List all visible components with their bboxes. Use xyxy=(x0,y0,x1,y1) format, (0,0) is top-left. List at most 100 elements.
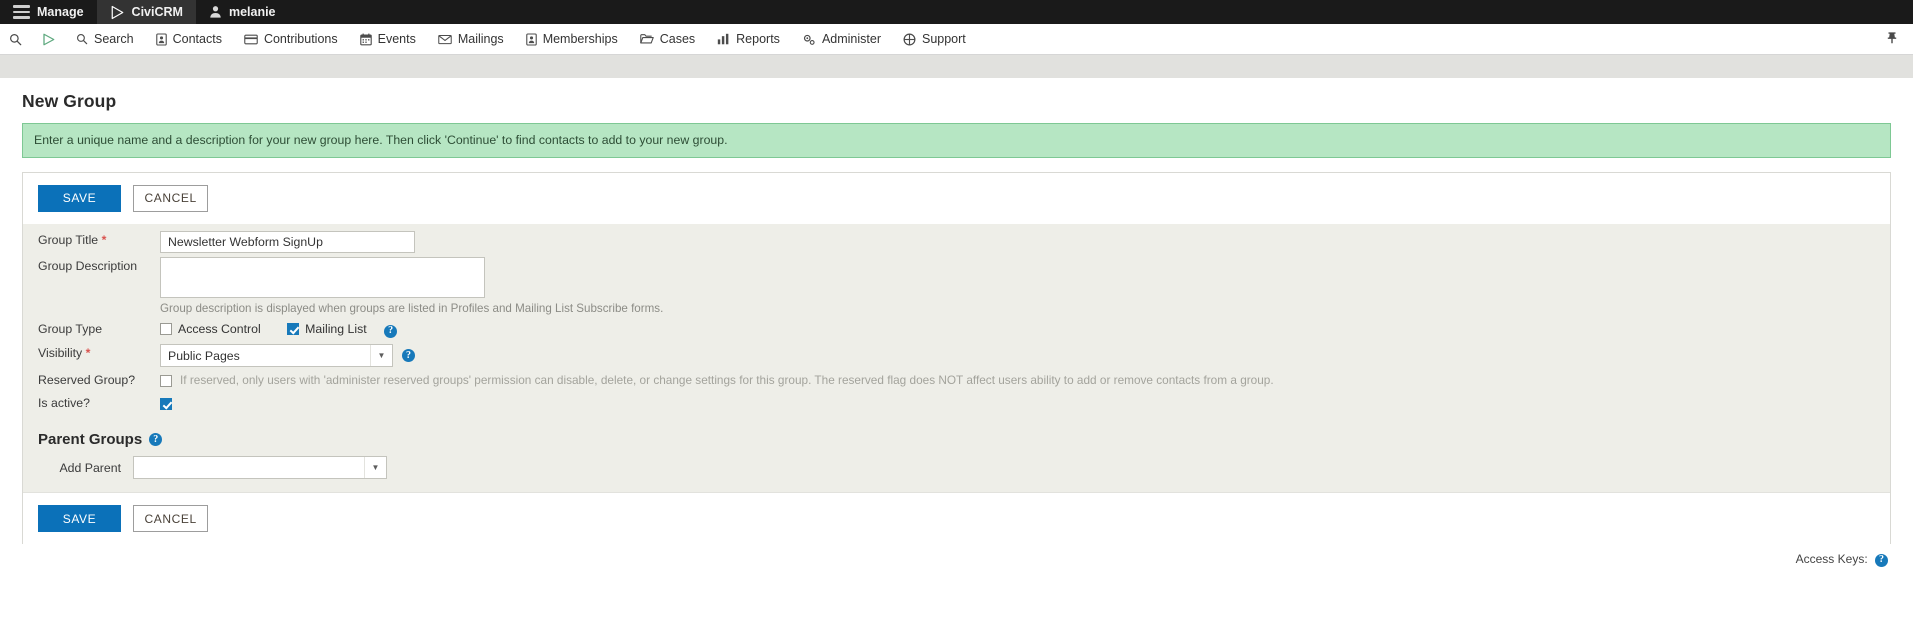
group-type-label: Group Type xyxy=(38,321,103,336)
visibility-label-text: Visibility xyxy=(38,346,83,361)
form-fields: Group Title * Group Description Group de… xyxy=(23,223,1890,423)
nav-item-cases-label: Cases xyxy=(659,32,696,46)
calendar-icon xyxy=(359,33,372,46)
bar-chart-icon xyxy=(717,33,730,45)
visibility-help-icon[interactable]: ? xyxy=(402,349,415,363)
visibility-selected-value: Public Pages xyxy=(168,348,240,363)
group-type-access-control[interactable]: Access Control xyxy=(160,320,261,339)
page-content: New Group Enter a unique name and a desc… xyxy=(0,78,1913,567)
parent-groups-help-icon[interactable]: ? xyxy=(149,433,163,447)
group-description-textarea[interactable] xyxy=(160,256,485,298)
civicrm-home-icon[interactable] xyxy=(31,32,65,47)
nav-item-contacts[interactable]: Contacts xyxy=(145,24,233,55)
access-control-checkbox[interactable] xyxy=(160,323,172,336)
reserved-group-label: Reserved Group? xyxy=(38,373,136,388)
main-navigation: Search Contacts Contributions Events Mai… xyxy=(0,24,1913,55)
group-type-mailing-list[interactable]: Mailing List xyxy=(287,320,367,339)
field-row-add-parent: Add Parent ▼ xyxy=(23,456,1890,480)
page-title: New Group xyxy=(22,91,117,111)
pin-icon[interactable] xyxy=(1885,31,1899,48)
new-group-form: SAVE CANCEL Group Title * Group Descript… xyxy=(22,171,1891,545)
chevron-down-icon: ▼ xyxy=(364,457,386,479)
form-actions-bottom: SAVE CANCEL xyxy=(23,492,1890,545)
civicrm-logo-icon xyxy=(110,5,125,20)
access-keys-help-icon[interactable]: ? xyxy=(1875,553,1888,567)
visibility-label: Visibility * xyxy=(23,344,160,363)
nav-item-contributions-label: Contributions xyxy=(263,32,338,46)
parent-groups-section-header: Parent Groups ? xyxy=(23,422,1890,455)
nav-item-mailings-label: Mailings xyxy=(457,32,504,46)
nav-item-contributions[interactable]: Contributions xyxy=(233,24,349,55)
field-row-visibility: Visibility * Public Pages ▼ ? xyxy=(23,342,1890,369)
field-row-is-active: Is active? xyxy=(23,392,1890,415)
field-row-group-title: Group Title * xyxy=(23,229,1890,255)
admin-item-manage-label: Manage xyxy=(37,5,84,19)
nav-item-administer[interactable]: Administer xyxy=(791,24,892,55)
save-button-bottom[interactable]: SAVE xyxy=(38,505,121,533)
group-type-help-icon[interactable]: ? xyxy=(384,324,398,338)
status-message: Enter a unique name and a description fo… xyxy=(22,123,1891,158)
nav-item-cases[interactable]: Cases xyxy=(629,24,706,55)
admin-item-user-label: melanie xyxy=(228,5,276,19)
search-icon xyxy=(76,33,88,45)
hamburger-icon[interactable] xyxy=(13,5,30,19)
admin-item-civicrm[interactable]: CiviCRM xyxy=(96,0,196,24)
nav-item-contacts-label: Contacts xyxy=(172,32,222,46)
group-description-label: Group Description xyxy=(38,258,138,273)
user-icon xyxy=(209,5,222,20)
page-top-strip xyxy=(0,55,1913,78)
form-actions-top: SAVE CANCEL xyxy=(23,172,1890,224)
nav-item-memberships-label: Memberships xyxy=(542,32,618,46)
gears-icon xyxy=(802,33,816,46)
nav-item-events[interactable]: Events xyxy=(349,24,427,55)
group-description-help: Group description is displayed when grou… xyxy=(160,301,664,315)
envelope-icon xyxy=(438,34,452,45)
folder-icon xyxy=(639,33,654,45)
group-title-input[interactable] xyxy=(160,230,415,253)
admin-bar: Manage CiviCRM melanie xyxy=(0,0,1913,24)
life-ring-icon xyxy=(903,33,916,46)
nav-item-administer-label: Administer xyxy=(821,32,881,46)
field-row-group-description: Group Description Group description is d… xyxy=(23,255,1890,318)
required-marker: * xyxy=(85,346,91,361)
cancel-button-top[interactable]: CANCEL xyxy=(133,184,208,212)
parent-groups-body: Add Parent ▼ xyxy=(23,454,1890,493)
admin-item-manage[interactable]: Manage xyxy=(0,0,97,24)
field-row-reserved-group: Reserved Group? If reserved, only users … xyxy=(23,369,1890,392)
visibility-select[interactable]: Public Pages ▼ xyxy=(160,344,393,368)
parent-groups-heading: Parent Groups xyxy=(38,431,143,449)
is-active-checkbox[interactable] xyxy=(160,398,172,411)
add-parent-select[interactable]: ▼ xyxy=(133,456,387,480)
is-active-label: Is active? xyxy=(38,396,90,411)
admin-item-civicrm-label: CiviCRM xyxy=(131,5,183,19)
quick-search-icon[interactable] xyxy=(0,33,31,46)
cancel-button-bottom[interactable]: CANCEL xyxy=(133,505,208,533)
nav-item-events-label: Events xyxy=(377,32,416,46)
mailing-list-checkbox[interactable] xyxy=(287,323,300,336)
nav-item-support[interactable]: Support xyxy=(892,24,977,55)
credit-card-icon xyxy=(244,34,258,45)
nav-item-reports-label: Reports xyxy=(736,32,780,46)
card-icon xyxy=(525,32,537,46)
add-parent-label: Add Parent xyxy=(59,460,121,475)
group-title-label: Group Title * xyxy=(23,231,160,250)
reserved-group-help: If reserved, only users with 'administer… xyxy=(180,373,1274,388)
nav-item-reports[interactable]: Reports xyxy=(706,24,791,55)
nav-item-search-label: Search xyxy=(94,32,134,46)
admin-item-user[interactable]: melanie xyxy=(196,0,289,24)
field-row-group-type: Group Type Access Control Mailing List ? xyxy=(23,318,1890,343)
nav-item-support-label: Support xyxy=(921,32,966,46)
save-button-top[interactable]: SAVE xyxy=(38,184,121,212)
mailing-list-label: Mailing List xyxy=(305,321,367,336)
footer: Access Keys: ? xyxy=(0,544,1913,567)
access-keys-label: Access Keys: xyxy=(1795,552,1868,567)
chevron-down-icon: ▼ xyxy=(370,345,392,367)
access-control-label: Access Control xyxy=(178,321,261,336)
reserved-group-checkbox[interactable] xyxy=(160,375,172,388)
contacts-icon xyxy=(155,32,167,46)
group-title-label-text: Group Title xyxy=(38,232,99,247)
nav-item-mailings[interactable]: Mailings xyxy=(427,24,515,55)
nav-item-search[interactable]: Search xyxy=(65,24,145,55)
required-marker: * xyxy=(101,232,107,247)
nav-item-memberships[interactable]: Memberships xyxy=(515,24,629,55)
